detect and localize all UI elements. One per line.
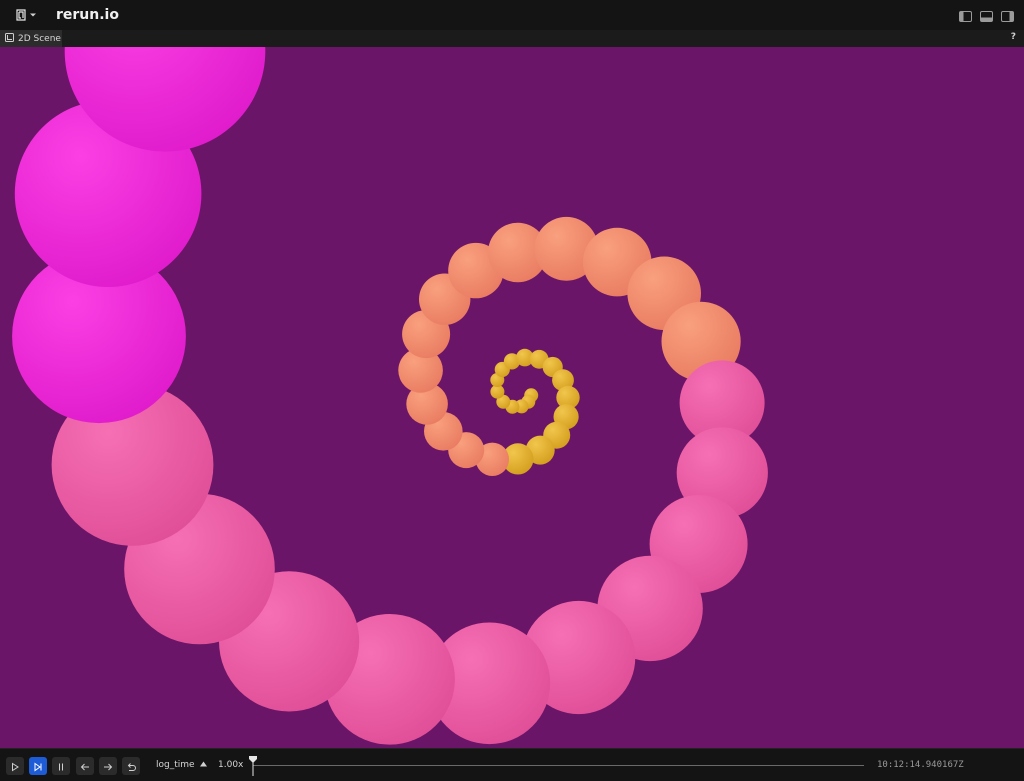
playhead-handle[interactable] (249, 756, 257, 776)
loop-button[interactable] (122, 757, 140, 775)
help-button[interactable]: ? (1011, 32, 1016, 42)
rerun-viewer: rerun.io 2D Scene ? log_time 1.00x 10:12… (0, 0, 1024, 781)
timeline-label: log_time (156, 760, 195, 770)
chevron-down-icon (30, 12, 36, 18)
panel-toggles (959, 8, 1014, 22)
follow-button[interactable] (29, 757, 47, 775)
tab-label: 2D Scene (18, 33, 61, 44)
right-panel-toggle-icon[interactable] (1001, 8, 1014, 22)
app-menu-button[interactable] (12, 4, 38, 26)
bottom-panel-toggle-icon[interactable] (980, 8, 993, 22)
view-tab-bar: 2D Scene ? (0, 30, 1024, 47)
step-back-button[interactable] (76, 757, 94, 775)
scene-canvas (12, 47, 768, 745)
current-time: 10:12:14.940167Z (877, 760, 964, 770)
triangle-up-icon (199, 760, 207, 770)
arrow-right-icon (103, 757, 113, 776)
play-button[interactable] (6, 757, 24, 775)
left-panel-toggle-icon[interactable] (959, 8, 972, 22)
step-forward-icon (33, 757, 43, 776)
top-bar: rerun.io (0, 0, 1024, 30)
time-panel: log_time 1.00x 10:12:14.940167Z (0, 748, 1024, 781)
play-icon (10, 757, 20, 776)
rerun-logo-icon (14, 8, 28, 22)
pause-button[interactable] (52, 757, 70, 775)
step-next-button[interactable] (99, 757, 117, 775)
arrow-left-icon (80, 757, 90, 776)
app-title: rerun.io (56, 7, 119, 23)
playback-speed[interactable]: 1.00x (218, 760, 243, 770)
scene-viewport[interactable] (0, 47, 1024, 748)
pause-icon (56, 757, 66, 776)
timeline-track[interactable] (253, 765, 864, 766)
tab-2d-scene[interactable]: 2D Scene (0, 30, 62, 47)
loop-icon (126, 757, 136, 776)
space-view-2d-icon (5, 32, 14, 45)
timeline-selector[interactable]: log_time (156, 760, 207, 770)
